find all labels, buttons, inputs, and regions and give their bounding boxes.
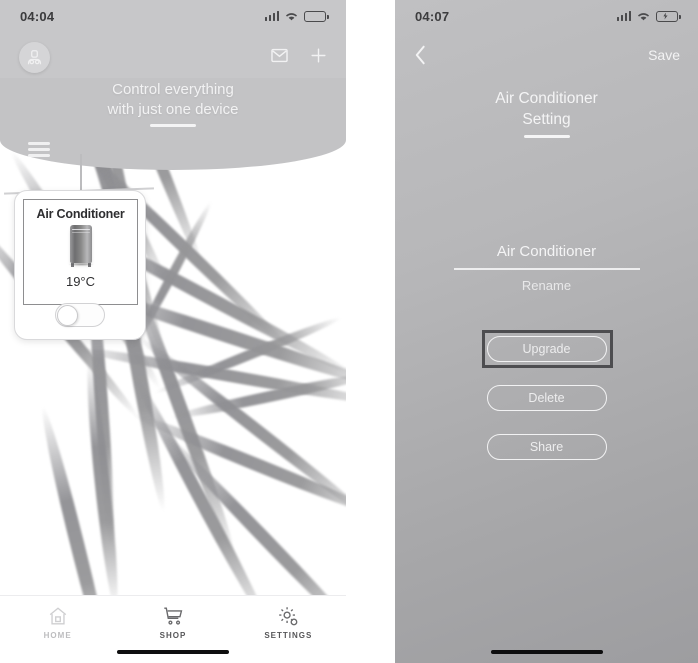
status-time: 04:04: [20, 8, 55, 24]
header-actions: [269, 45, 328, 65]
chevron-left-icon[interactable]: [413, 44, 427, 66]
status-bar-settings: 04:07: [395, 0, 698, 32]
toggle-knob: [57, 304, 78, 326]
upgrade-button-focus-highlight: [482, 330, 613, 368]
page-title-line-1: Air Conditioner: [495, 90, 598, 107]
tab-home[interactable]: HOME: [0, 605, 115, 640]
save-button[interactable]: Save: [648, 47, 680, 63]
battery-full-icon: [304, 10, 329, 22]
user-avatar-icon: [27, 50, 42, 65]
wifi-icon: [637, 12, 650, 20]
gear-icon: [279, 607, 298, 626]
status-icons: [264, 10, 329, 22]
rename-label: Rename: [521, 278, 572, 293]
cellular-bars-icon: [264, 11, 279, 21]
tagline-underline-accent: [150, 124, 196, 127]
home-tagline: Control everything with just one device: [0, 80, 346, 120]
device-name-field[interactable]: Air Conditioner: [395, 243, 698, 260]
messages-button[interactable]: [269, 45, 289, 65]
battery-charging-icon: [656, 10, 681, 22]
add-device-button[interactable]: [308, 45, 328, 65]
home-icon: [49, 607, 66, 625]
home-indicator-bar: [117, 649, 229, 654]
cellular-bars-icon: [616, 11, 631, 21]
envelope-icon: [270, 48, 288, 62]
share-button[interactable]: Share: [486, 434, 607, 460]
page-title-line-2: Setting: [522, 111, 571, 128]
screenshot-stage: 04:04 Control everything with just one d…: [0, 0, 698, 663]
delete-button[interactable]: Delete: [486, 385, 607, 411]
page-title: Air Conditioner Setting: [395, 88, 698, 130]
avatar[interactable]: [19, 42, 50, 73]
plus-icon: [310, 47, 326, 63]
tagline-line-1: Control everything: [112, 81, 234, 98]
tab-settings[interactable]: SETTINGS: [231, 605, 346, 640]
status-time: 04:07: [415, 8, 450, 24]
device-card-title: Air Conditioner: [36, 207, 125, 221]
tagline-line-2: with just one device: [107, 101, 239, 118]
settings-nav-bar: Save: [395, 42, 698, 68]
tab-shop-label: SHOP: [159, 631, 187, 640]
tab-home-label: HOME: [43, 631, 72, 640]
phone-screen-home: 04:04 Control everything with just one d…: [0, 0, 346, 663]
device-card-temperature: 19°C: [65, 274, 96, 289]
title-underline-accent: [523, 135, 570, 138]
shopping-cart-icon: [164, 607, 183, 625]
air-conditioner-unit-icon: [24, 225, 137, 267]
device-card-inner-frame: Air Conditioner 19°C: [23, 199, 138, 305]
device-name-field-underline: [453, 268, 640, 270]
device-power-toggle[interactable]: [55, 303, 105, 327]
home-indicator-bar: [490, 649, 603, 654]
device-card-air-conditioner[interactable]: Air Conditioner 19°C: [14, 190, 146, 340]
status-icons: [616, 10, 681, 22]
status-bar-home: 04:04: [0, 0, 346, 32]
tab-settings-label: SETTINGS: [264, 631, 313, 640]
tab-shop[interactable]: SHOP: [115, 605, 230, 640]
hamburger-menu-icon[interactable]: [28, 142, 50, 160]
wifi-icon: [285, 12, 298, 20]
